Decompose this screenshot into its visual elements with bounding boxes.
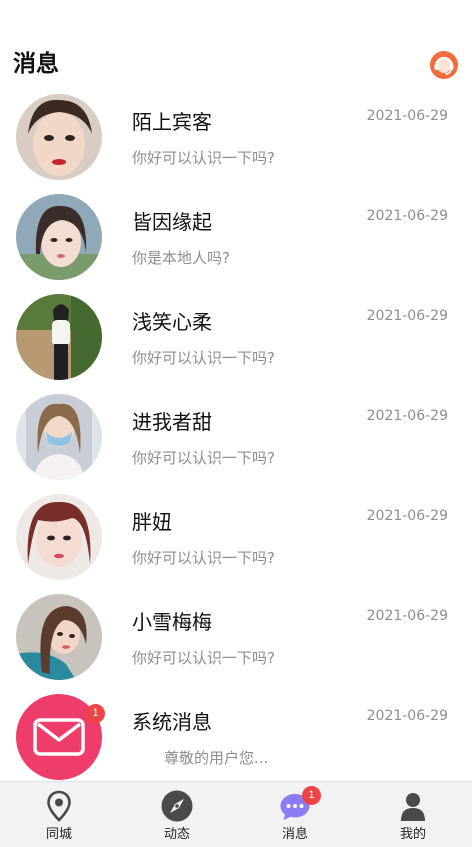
user-icon (396, 789, 430, 823)
tab-moments[interactable]: 动态 (118, 782, 236, 847)
tab-label: 同城 (45, 827, 72, 842)
page-title: 消息 (13, 51, 59, 77)
contact-name: 皆因缘起 (132, 210, 212, 234)
avatar (16, 294, 102, 380)
tab-label: 动态 (163, 827, 190, 842)
conversation-list: 陌上宾客 你好可以认识一下吗? 2021-06-29 皆因缘起 你是本地人吗? … (0, 92, 472, 792)
tab-messages[interactable]: 1 消息 (236, 782, 354, 847)
avatar (16, 194, 102, 280)
last-message: 你好可以认识一下吗? (132, 549, 275, 567)
contact-name: 浅笑心柔 (132, 310, 212, 334)
message-date: 2021-06-29 (366, 208, 448, 224)
last-message: 你是本地人吗? (132, 249, 230, 267)
contact-name: 小雪梅梅 (132, 610, 212, 634)
conversation-row[interactable]: 进我者甜 你好可以认识一下吗? 2021-06-29 (0, 392, 472, 492)
header: 消息 (0, 0, 472, 92)
unread-badge: 1 (86, 704, 105, 723)
last-message: 尊敬的用户您... (164, 749, 269, 767)
message-date: 2021-06-29 (366, 308, 448, 324)
tab-label: 我的 (399, 827, 426, 842)
avatar (16, 94, 102, 180)
contact-name: 陌上宾客 (132, 110, 212, 134)
message-date: 2021-06-29 (366, 408, 448, 424)
conversation-row[interactable]: 皆因缘起 你是本地人吗? 2021-06-29 (0, 192, 472, 292)
avatar (16, 494, 102, 580)
bottom-tab-bar: 同城 动态 1 消息 我的 (0, 781, 472, 847)
message-date: 2021-06-29 (366, 108, 448, 124)
system-message-row[interactable]: 1 系统消息 尊敬的用户您... 2021-06-29 (0, 692, 472, 792)
conversation-row[interactable]: 胖妞 你好可以认识一下吗? 2021-06-29 (0, 492, 472, 592)
last-message: 你好可以认识一下吗? (132, 649, 275, 667)
system-message-title: 系统消息 (132, 710, 212, 734)
conversation-row[interactable]: 小雪梅梅 你好可以认识一下吗? 2021-06-29 (0, 592, 472, 692)
tab-label: 消息 (281, 827, 308, 842)
avatar (16, 394, 102, 480)
conversation-row[interactable]: 浅笑心柔 你好可以认识一下吗? 2021-06-29 (0, 292, 472, 392)
conversation-row[interactable]: 陌上宾客 你好可以认识一下吗? 2021-06-29 (0, 92, 472, 192)
location-pin-icon (42, 789, 76, 823)
unread-badge: 1 (302, 786, 321, 805)
avatar (16, 594, 102, 680)
contact-name: 进我者甜 (132, 410, 212, 434)
tab-nearby[interactable]: 同城 (0, 782, 118, 847)
contact-name: 胖妞 (132, 510, 172, 534)
customer-service-icon[interactable] (429, 50, 459, 80)
compass-icon (160, 789, 194, 823)
tab-profile[interactable]: 我的 (354, 782, 472, 847)
message-date: 2021-06-29 (366, 508, 448, 524)
last-message: 你好可以认识一下吗? (132, 349, 275, 367)
last-message: 你好可以认识一下吗? (132, 149, 275, 167)
last-message: 你好可以认识一下吗? (132, 449, 275, 467)
message-date: 2021-06-29 (366, 708, 448, 724)
message-date: 2021-06-29 (366, 608, 448, 624)
